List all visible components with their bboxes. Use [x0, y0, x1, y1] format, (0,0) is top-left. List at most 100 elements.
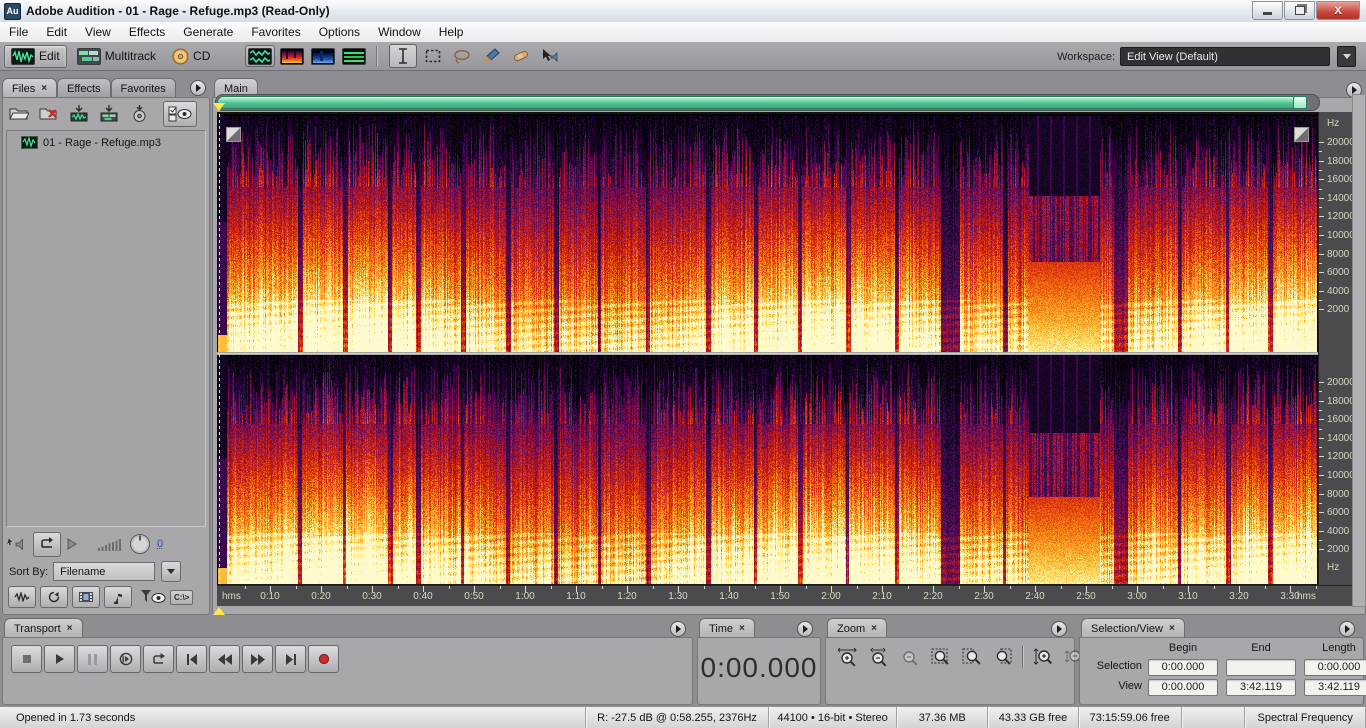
volume-value-link[interactable]: 0 — [157, 538, 163, 550]
tab-effects[interactable]: Effects — [57, 78, 111, 97]
play-button[interactable] — [44, 645, 75, 673]
zoom-to-selection-right-button[interactable] — [991, 646, 1015, 668]
view-waveform-button[interactable] — [245, 45, 276, 67]
import-cd-button[interactable] — [127, 103, 151, 123]
menu-favorites[interactable]: Favorites — [242, 23, 309, 41]
zoom-to-selection-button[interactable] — [929, 646, 953, 668]
menu-help[interactable]: Help — [430, 23, 473, 41]
tab-files[interactable]: Files × — [2, 78, 58, 97]
time-display[interactable]: 0:00.000 — [698, 652, 820, 684]
autoplay-icon[interactable] — [7, 537, 27, 552]
stop-button[interactable] — [11, 645, 42, 673]
zoom-in-vertical-button[interactable] — [1031, 646, 1055, 668]
play-looped-button[interactable] — [143, 645, 174, 673]
show-midi-files-button[interactable] — [104, 586, 132, 608]
vertical-scrollbar[interactable] — [1352, 94, 1366, 607]
view-end-field[interactable]: 3:42.119 — [1226, 679, 1296, 696]
tab-favorites[interactable]: Favorites — [110, 78, 176, 97]
scrub-tool[interactable] — [536, 45, 562, 67]
view-spectral-pan-button[interactable] — [309, 46, 337, 66]
edit-view-button[interactable]: Edit — [4, 44, 67, 68]
playhead-line[interactable] — [219, 114, 220, 584]
playhead-bottom-marker[interactable] — [213, 607, 225, 615]
zoom-to-selection-left-button[interactable] — [960, 646, 984, 668]
import-file-button[interactable] — [7, 103, 31, 123]
spectrogram-left-channel[interactable] — [218, 116, 1317, 352]
marquee-selection-tool[interactable] — [420, 45, 446, 67]
workspace-dropdown[interactable]: Edit View (Default) — [1120, 47, 1330, 66]
loop-playback-button[interactable] — [33, 531, 61, 557]
sort-dropdown-button[interactable] — [161, 561, 182, 582]
selection-end-field[interactable] — [1226, 659, 1296, 676]
playhead-top-marker[interactable] — [213, 103, 225, 111]
selection-length-field[interactable]: 0:00.000 — [1304, 659, 1366, 676]
view-length-field[interactable]: 3:42.119 — [1304, 679, 1366, 696]
menu-options[interactable]: Options — [310, 23, 369, 41]
tab-close-icon[interactable]: × — [739, 623, 745, 634]
menu-edit[interactable]: Edit — [37, 23, 76, 41]
transport-panel-menu-button[interactable] — [670, 621, 686, 637]
volume-bars-icon[interactable] — [97, 537, 123, 551]
tab-close-icon[interactable]: × — [1169, 623, 1175, 634]
horizontal-zoom-scrollbar[interactable] — [215, 94, 1320, 111]
view-spectral-frequency-button[interactable] — [278, 46, 306, 66]
volume-knob[interactable] — [129, 533, 151, 555]
show-loop-files-button[interactable] — [40, 586, 68, 608]
go-to-end-button[interactable] — [275, 645, 306, 673]
rewind-button[interactable] — [209, 645, 240, 673]
pause-button[interactable] — [77, 645, 108, 673]
file-list[interactable]: 01 - Rage - Refuge.mp3 — [6, 130, 206, 527]
restore-button[interactable] — [1284, 1, 1315, 20]
workspace-dropdown-button[interactable] — [1337, 46, 1356, 67]
zoom-out-horizontal-button[interactable] — [867, 646, 891, 668]
scrollbar-thumb-cap[interactable] — [1293, 96, 1307, 109]
tab-close-icon[interactable]: × — [67, 623, 73, 634]
close-button[interactable]: X — [1316, 1, 1360, 20]
import-session-button[interactable] — [97, 103, 121, 123]
menu-effects[interactable]: Effects — [120, 23, 174, 41]
menu-window[interactable]: Window — [369, 23, 430, 41]
fast-forward-button[interactable] — [242, 645, 273, 673]
corner-handle-right[interactable] — [1294, 127, 1309, 142]
scrollbar-thumb[interactable] — [217, 96, 1307, 109]
frequency-ruler[interactable]: Hz Hz 20000 18000 16000 14000 12000 10000 8000… — [1318, 112, 1355, 585]
record-button[interactable] — [308, 645, 339, 673]
full-path-button[interactable]: C:\> — [170, 589, 194, 605]
show-video-files-button[interactable] — [72, 586, 100, 608]
time-panel-menu-button[interactable] — [797, 621, 813, 637]
play-from-cursor-button[interactable] — [110, 645, 141, 673]
tab-close-icon[interactable]: × — [871, 623, 877, 634]
go-to-beginning-button[interactable] — [176, 645, 207, 673]
corner-handle-left[interactable] — [226, 127, 241, 142]
lasso-selection-tool[interactable] — [449, 45, 475, 67]
zoom-panel-menu-button[interactable] — [1051, 621, 1067, 637]
cd-view-button[interactable]: CD — [166, 46, 216, 67]
zoom-in-horizontal-button[interactable] — [836, 646, 860, 668]
tab-zoom[interactable]: Zoom × — [827, 618, 887, 638]
menu-generate[interactable]: Generate — [174, 23, 242, 41]
show-audio-files-button[interactable] — [8, 586, 36, 608]
time-selection-tool[interactable] — [389, 44, 418, 68]
selection-panel-menu-button[interactable] — [1339, 621, 1355, 637]
menu-view[interactable]: View — [76, 23, 120, 41]
spot-healing-tool[interactable] — [507, 45, 533, 67]
tab-selection-view[interactable]: Selection/View × — [1081, 618, 1185, 638]
view-spectral-phase-button[interactable] — [340, 46, 368, 66]
files-panel-menu-button[interactable] — [190, 80, 206, 96]
selection-begin-field[interactable]: 0:00.000 — [1148, 659, 1218, 676]
spectrogram-right-channel[interactable] — [218, 355, 1317, 584]
view-begin-field[interactable]: 0:00.000 — [1148, 679, 1218, 696]
time-ruler[interactable]: hms hms 0:10 0:20 0:30 0:40 0:50 1:00 1:10 1:20… — [217, 585, 1352, 606]
import-audio-button[interactable] — [67, 103, 91, 123]
minimize-button[interactable] — [1252, 1, 1283, 20]
sort-by-dropdown[interactable]: Filename — [53, 562, 156, 581]
list-item-file[interactable]: 01 - Rage - Refuge.mp3 — [7, 131, 205, 149]
effects-paintbrush-tool[interactable] — [478, 45, 504, 67]
zoom-out-full-button[interactable] — [898, 646, 922, 668]
show-options-toggle[interactable] — [163, 101, 197, 127]
tab-time[interactable]: Time × — [699, 618, 755, 638]
spectral-display[interactable] — [217, 112, 1318, 587]
preview-play-icon[interactable] — [67, 538, 77, 550]
tab-transport[interactable]: Transport × — [4, 618, 83, 638]
tab-close-icon[interactable]: × — [41, 83, 47, 94]
